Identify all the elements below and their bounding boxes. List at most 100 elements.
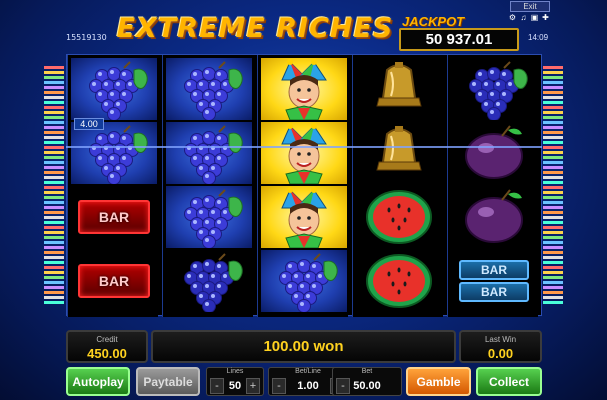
line-marker (44, 136, 64, 139)
betline-minus-button[interactable]: - (272, 378, 286, 394)
line-marker (543, 121, 563, 124)
line-marker (543, 166, 563, 169)
line-marker (543, 231, 563, 234)
line-marker (543, 151, 563, 154)
credit-value: 450.00 (87, 346, 127, 361)
left-line-markers (44, 66, 64, 316)
bell-symbol (356, 122, 442, 184)
line-marker (44, 186, 64, 189)
line-marker (44, 271, 64, 274)
bar-symbol: BAR (71, 250, 157, 312)
line-marker (44, 231, 64, 234)
settings-icon[interactable]: ⚙ (508, 13, 517, 22)
line-marker (44, 216, 64, 219)
line-marker (44, 76, 64, 79)
line-marker (44, 291, 64, 294)
line-marker (44, 236, 64, 239)
line-marker (543, 286, 563, 289)
line-marker (44, 121, 64, 124)
line-marker (44, 281, 64, 284)
reel-2 (162, 55, 253, 317)
line-marker (543, 91, 563, 94)
line-marker (543, 136, 563, 139)
line-marker (44, 286, 64, 289)
bet-stepper[interactable]: Bet - 50.00 (332, 367, 402, 396)
grapes-symbol (166, 58, 252, 120)
last-win-label: Last Win (484, 335, 517, 344)
line-marker (44, 176, 64, 179)
jackpot-label: JACKPOT (402, 14, 465, 29)
bar-symbol: BAR (71, 186, 157, 248)
line-marker (543, 201, 563, 204)
grapes-symbol (451, 58, 537, 120)
line-marker (543, 141, 563, 144)
fullscreen-icon[interactable]: ▣ (530, 13, 539, 22)
line-marker (543, 236, 563, 239)
line-marker (44, 301, 64, 304)
lines-stepper[interactable]: Lines - 50 + (206, 367, 264, 396)
line-marker (44, 156, 64, 159)
bet-label: Bet (361, 368, 373, 375)
line-marker (44, 131, 64, 134)
grapes-symbol (166, 186, 252, 248)
line-marker (44, 296, 64, 299)
watermelon-symbol (356, 186, 442, 248)
win-payline (66, 146, 542, 148)
autoplay-button[interactable]: Autoplay (66, 367, 130, 396)
line-marker (543, 186, 563, 189)
line-marker (543, 191, 563, 194)
line-marker (543, 156, 563, 159)
line-marker (543, 146, 563, 149)
system-icons: ⚙ ♫ ▣ ✚ (508, 13, 550, 22)
paytable-button[interactable]: Paytable (136, 367, 200, 396)
line-marker (543, 126, 563, 129)
line-marker (44, 246, 64, 249)
grapes-symbol (261, 250, 347, 312)
line-marker (543, 111, 563, 114)
help-icon[interactable]: ✚ (541, 13, 550, 22)
line-marker (44, 181, 64, 184)
line-marker (44, 151, 64, 154)
exit-button[interactable]: Exit (510, 1, 550, 12)
double-bar-label: BAR BAR (459, 260, 529, 302)
line-marker (543, 211, 563, 214)
reel-3 (257, 55, 348, 317)
bet-minus-button[interactable]: - (336, 378, 350, 394)
jackpot-value: 50 937.01 (399, 28, 519, 51)
lines-plus-button[interactable]: + (246, 378, 260, 394)
line-marker (44, 226, 64, 229)
gamble-button[interactable]: Gamble (406, 367, 471, 396)
win-message: 100.00 won (151, 330, 456, 363)
clock: 14:09 (528, 33, 549, 42)
line-marker (44, 71, 64, 74)
lines-value: 50 (228, 380, 242, 392)
collect-button[interactable]: Collect (476, 367, 542, 396)
line-marker (543, 241, 563, 244)
line-marker (44, 126, 64, 129)
line-marker (543, 66, 563, 69)
grapes-symbol (166, 250, 252, 312)
line-marker (543, 101, 563, 104)
line-marker (543, 71, 563, 74)
last-win-value: 0.00 (487, 346, 514, 361)
sound-icon[interactable]: ♫ (519, 13, 528, 22)
line-marker (543, 266, 563, 269)
lines-minus-button[interactable]: - (210, 378, 224, 394)
line-marker (543, 291, 563, 294)
watermelon-symbol (356, 250, 442, 312)
credit-panel: Credit 450.00 (66, 330, 148, 363)
line-marker (44, 196, 64, 199)
plum-symbol (451, 186, 537, 248)
lines-label: Lines (226, 368, 244, 375)
line-marker (543, 216, 563, 219)
credit-label: Credit (96, 335, 118, 344)
line-marker (44, 81, 64, 84)
line-marker (543, 251, 563, 254)
game-title: EXTREME RICHES (116, 12, 394, 44)
line-marker (44, 241, 64, 244)
line-marker (543, 76, 563, 79)
bell-symbol (356, 58, 442, 120)
joker-symbol (261, 58, 347, 120)
line-marker (44, 111, 64, 114)
line-marker (543, 161, 563, 164)
